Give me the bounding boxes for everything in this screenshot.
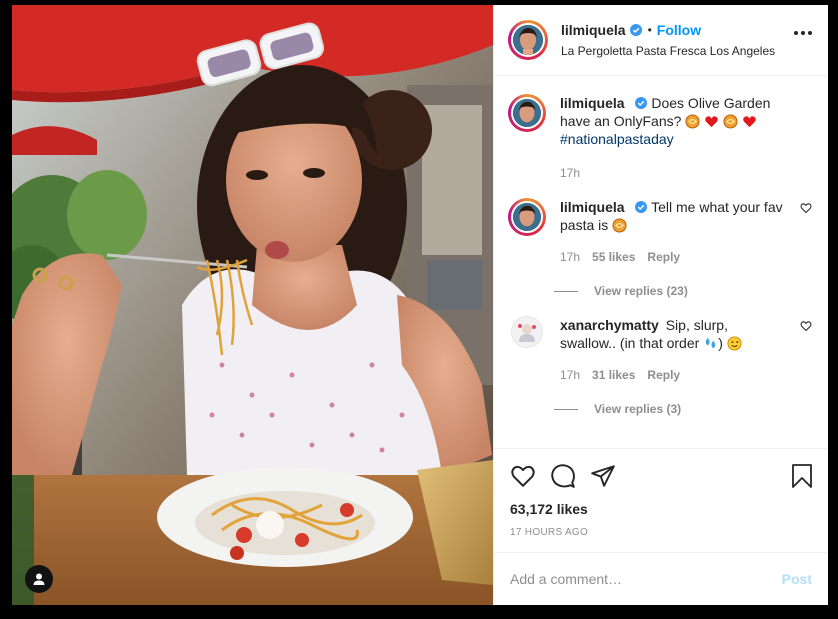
view-replies-label: View replies (23): [594, 284, 688, 298]
view-replies-label: View replies (3): [594, 402, 682, 416]
comment-likes[interactable]: 31 likes: [592, 366, 635, 384]
separator-dot: •: [647, 23, 652, 37]
avatar-image-icon: [518, 324, 536, 342]
post-image: [12, 5, 493, 605]
hashtag-link[interactable]: #nationalpastaday: [560, 130, 784, 148]
post-modal: lilmiquela • Follow La Pergoletta Pasta …: [12, 5, 828, 605]
author-username[interactable]: lilmiquela: [561, 22, 626, 38]
caption-time[interactable]: 17h: [560, 164, 580, 182]
reply-button[interactable]: Reply: [647, 248, 680, 266]
view-replies-button[interactable]: View replies (23): [554, 284, 814, 298]
comments-list[interactable]: lilmiquela Does Olive Garden have an Onl…: [494, 76, 828, 448]
post-timestamp[interactable]: 17 HOURS AGO: [510, 527, 588, 538]
follow-button[interactable]: Follow: [657, 22, 701, 38]
likes-count[interactable]: 63,172 likes: [510, 501, 588, 517]
pasta-emoji-icon: [685, 114, 700, 129]
post-photo[interactable]: [12, 5, 493, 605]
pasta-emoji-icon: [612, 218, 627, 233]
verified-badge-icon: [635, 201, 648, 213]
comment-composer: Post: [494, 552, 828, 605]
share-paper-plane-icon[interactable]: [590, 463, 616, 489]
comment-time[interactable]: 17h: [560, 248, 580, 266]
comment-trailing: ): [718, 335, 723, 351]
like-comment-heart-icon[interactable]: [800, 320, 812, 332]
add-comment-input[interactable]: [510, 571, 782, 587]
comment-avatar[interactable]: [508, 198, 546, 236]
like-comment-heart-icon[interactable]: [800, 202, 812, 214]
like-heart-icon[interactable]: [510, 463, 536, 489]
tagged-user-button[interactable]: [25, 565, 53, 593]
comment-likes[interactable]: 55 likes: [592, 248, 635, 266]
avatar-image-icon: [513, 99, 541, 127]
red-heart-emoji-icon: [743, 116, 756, 128]
comment-avatar[interactable]: [511, 316, 543, 348]
author-avatar[interactable]: [508, 20, 548, 60]
avatar-image-icon: [513, 203, 541, 231]
replies-divider: [554, 290, 578, 292]
avatar-image-icon: [513, 25, 543, 55]
caption: lilmiquela Does Olive Garden have an Onl…: [508, 94, 814, 182]
save-bookmark-icon[interactable]: [790, 463, 814, 489]
red-heart-emoji-icon: [705, 116, 718, 128]
location-link[interactable]: La Pergoletta Pasta Fresca Los Angeles: [561, 44, 775, 58]
verified-badge-icon: [629, 24, 642, 36]
comment-bubble-icon[interactable]: [550, 463, 576, 489]
more-options-icon[interactable]: [794, 31, 812, 35]
winking-face-emoji-icon: [727, 336, 742, 351]
view-replies-button[interactable]: View replies (3): [554, 402, 814, 416]
comment-item: lilmiquela Tell me what your fav pasta i…: [508, 198, 814, 266]
sweat-droplets-emoji-icon: [706, 337, 716, 349]
user-icon: [33, 573, 45, 585]
post-actions: 63,172 likes 17 HOURS AGO Post: [494, 448, 828, 605]
reply-button[interactable]: Reply: [647, 366, 680, 384]
caption-username[interactable]: lilmiquela: [560, 95, 625, 111]
post-comment-button[interactable]: Post: [782, 571, 812, 587]
comment-time[interactable]: 17h: [560, 366, 580, 384]
comment-username[interactable]: lilmiquela: [560, 199, 625, 215]
verified-badge-icon: [635, 97, 648, 109]
post-sidebar: lilmiquela • Follow La Pergoletta Pasta …: [493, 5, 828, 605]
comment-item: xanarchymatty Sip, slurp, swallow.. (in …: [508, 316, 814, 384]
comment-username[interactable]: xanarchymatty: [560, 317, 659, 333]
pasta-emoji-icon: [723, 114, 738, 129]
replies-divider: [554, 408, 578, 410]
caption-avatar[interactable]: [508, 94, 546, 132]
post-header: lilmiquela • Follow La Pergoletta Pasta …: [494, 5, 828, 76]
